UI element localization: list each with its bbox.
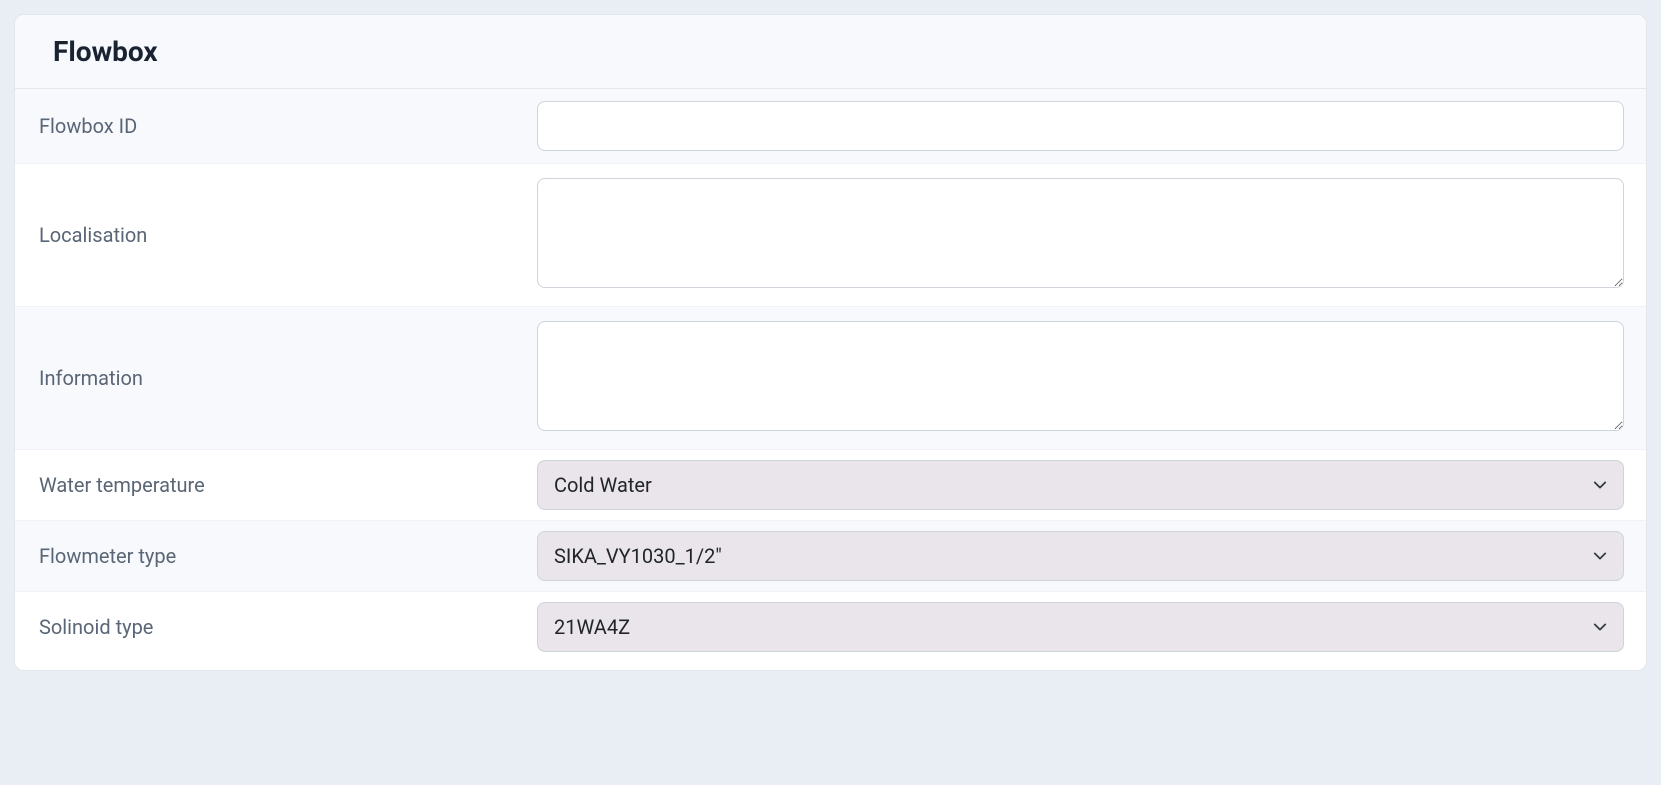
form-body: Flowbox ID Localisation Information Wate…: [15, 89, 1646, 670]
label-water-temperature: Water temperature: [37, 473, 537, 497]
localisation-textarea[interactable]: [537, 178, 1624, 288]
label-flowbox-id: Flowbox ID: [37, 114, 537, 138]
flowmeter-type-select[interactable]: SIKA_VY1030_1/2": [537, 531, 1624, 581]
flowbox-id-input[interactable]: [537, 101, 1624, 151]
row-localisation: Localisation: [15, 164, 1646, 307]
solinoid-type-select[interactable]: 21WA4Z: [537, 602, 1624, 652]
row-flowbox-id: Flowbox ID: [15, 89, 1646, 164]
label-solinoid-type: Solinoid type: [37, 615, 537, 639]
card-title: Flowbox: [53, 35, 1608, 68]
information-textarea[interactable]: [537, 321, 1624, 431]
label-flowmeter-type: Flowmeter type: [37, 544, 537, 568]
water-temperature-select[interactable]: Cold Water: [537, 460, 1624, 510]
row-information: Information: [15, 307, 1646, 450]
card-header: Flowbox: [15, 15, 1646, 89]
label-information: Information: [37, 366, 537, 390]
row-flowmeter-type: Flowmeter type SIKA_VY1030_1/2": [15, 521, 1646, 592]
row-water-temperature: Water temperature Cold Water: [15, 450, 1646, 521]
label-localisation: Localisation: [37, 223, 537, 247]
row-solinoid-type: Solinoid type 21WA4Z: [15, 592, 1646, 670]
flowbox-card: Flowbox Flowbox ID Localisation Informat…: [14, 14, 1647, 671]
